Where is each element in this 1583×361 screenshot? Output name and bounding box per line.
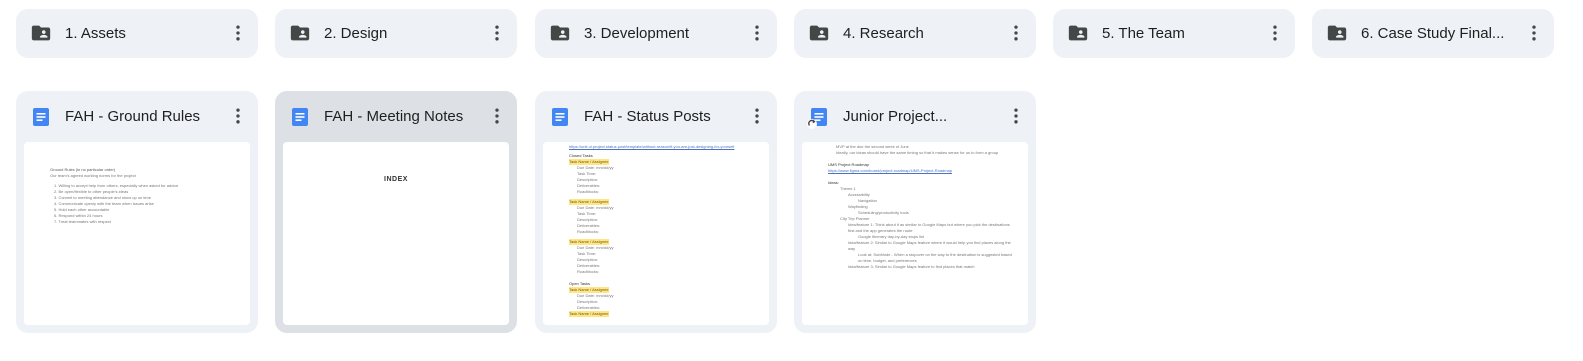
more-actions-icon[interactable]: [1263, 21, 1287, 45]
preview-tag: Task Name / Assignee: [569, 311, 609, 317]
file-name: FAH - Status Posts: [584, 108, 711, 125]
google-docs-shortcut-icon: [807, 108, 827, 129]
more-actions-icon[interactable]: [226, 104, 250, 128]
more-actions-icon[interactable]: [745, 21, 769, 45]
document-preview: https://unit.ui.project.status.post/temp…: [543, 142, 769, 325]
folder-tile-case-study-final[interactable]: 6. Case Study Final...: [1312, 9, 1554, 58]
file-card-status-posts[interactable]: FAH - Status Posts https://unit.ui.proje…: [535, 91, 777, 333]
folder-tile-assets[interactable]: 1. Assets: [16, 9, 258, 58]
google-docs-icon: [33, 108, 49, 126]
folder-tile-research[interactable]: 4. Research: [794, 9, 1036, 58]
google-docs-icon: [292, 108, 308, 126]
shared-folder-icon: [550, 25, 570, 41]
more-actions-icon[interactable]: [1522, 21, 1546, 45]
folder-name: 3. Development: [584, 25, 690, 42]
file-card-meeting-notes[interactable]: FAH - Meeting Notes INDEX: [275, 91, 517, 333]
shared-folder-icon: [31, 25, 51, 41]
file-card-junior-project[interactable]: Junior Project... MVP at the due the sec…: [794, 91, 1036, 333]
shared-folder-icon: [1068, 25, 1088, 41]
preview-heading: INDEX: [384, 176, 408, 183]
google-docs-icon: [552, 108, 568, 126]
folder-tile-design[interactable]: 2. Design: [275, 9, 517, 58]
folder-name: 1. Assets: [65, 25, 126, 42]
preview-line: Idea/feature 3: Similar to Google Maps f…: [848, 264, 975, 269]
more-actions-icon[interactable]: [226, 21, 250, 45]
more-actions-icon[interactable]: [745, 104, 769, 128]
folder-tile-development[interactable]: 3. Development: [535, 9, 777, 58]
shared-folder-icon: [809, 25, 829, 41]
preview-link: https://unit.ui.project.status.post/temp…: [569, 144, 735, 149]
document-preview: Ground Rules (in no particular order) Ou…: [24, 142, 250, 325]
more-actions-icon[interactable]: [485, 21, 509, 45]
document-preview: MVP at the due the second week of June I…: [802, 142, 1028, 325]
file-card-ground-rules[interactable]: FAH - Ground Rules Ground Rules (in no p…: [16, 91, 258, 333]
folder-name: 6. Case Study Final...: [1361, 25, 1505, 42]
shared-folder-icon: [290, 25, 310, 41]
more-actions-icon[interactable]: [485, 104, 509, 128]
preview-line: 7. Treat teammates with respect: [54, 219, 111, 224]
preview-line: Idea/feature 2: Similar to Google Maps f…: [848, 240, 1011, 251]
preview-line: Look at: SubMode - When a stopover on th…: [858, 252, 1012, 263]
folder-name: 2. Design: [324, 25, 388, 42]
preview-line: Idea/feature 1: Think about it as simila…: [848, 222, 1010, 233]
document-preview: INDEX: [283, 142, 509, 325]
folder-name: 4. Research: [843, 25, 924, 42]
file-name: FAH - Meeting Notes: [324, 108, 464, 125]
preview-line: Ideally, our ideas should have the same …: [836, 150, 999, 155]
shared-folder-icon: [1327, 25, 1347, 41]
file-name: Junior Project...: [843, 108, 948, 125]
folder-tile-the-team[interactable]: 5. The Team: [1053, 9, 1295, 58]
more-actions-icon[interactable]: [1004, 21, 1028, 45]
file-name: FAH - Ground Rules: [65, 108, 201, 125]
more-actions-icon[interactable]: [1004, 104, 1028, 128]
folder-name: 5. The Team: [1102, 25, 1185, 42]
